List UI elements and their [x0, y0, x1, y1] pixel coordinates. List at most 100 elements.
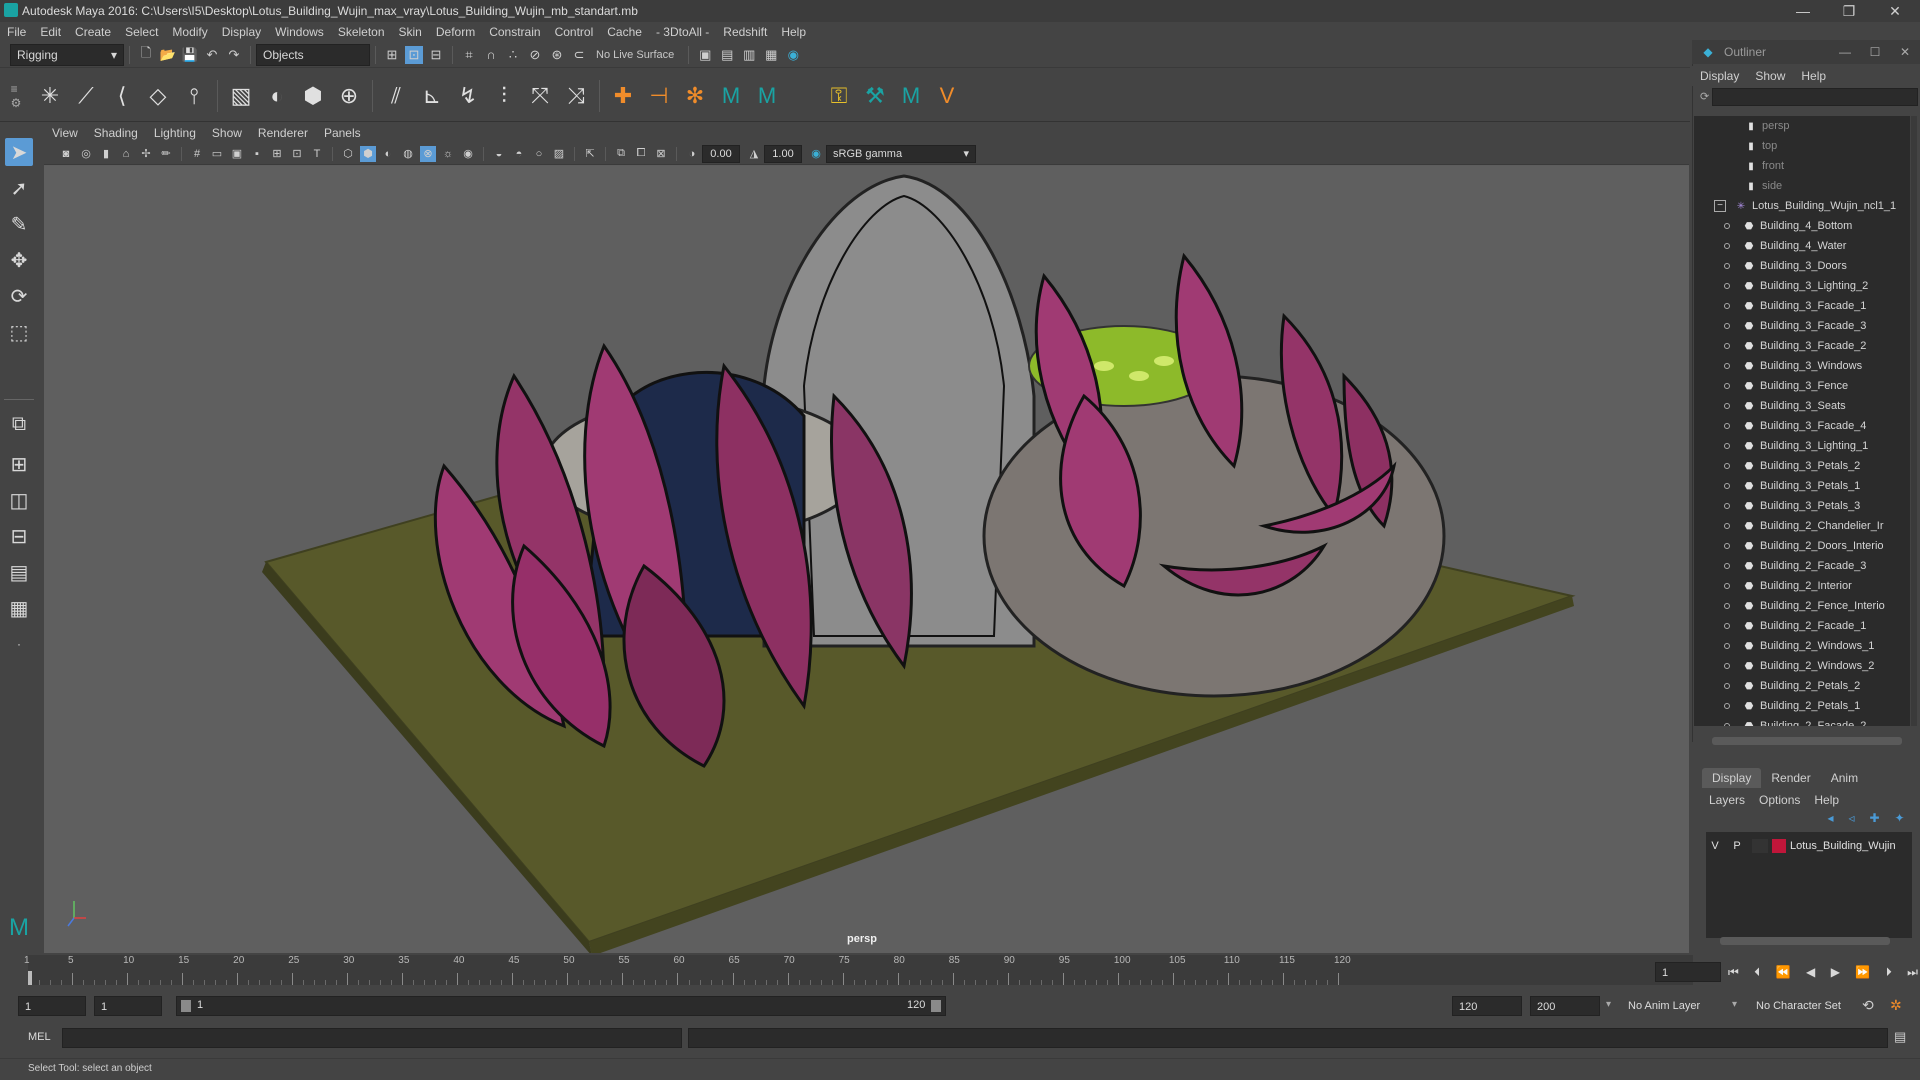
- mel-label[interactable]: MEL: [28, 1031, 51, 1043]
- outliner-minimize-button[interactable]: —: [1830, 45, 1860, 59]
- menu-3dtoall[interactable]: - 3DtoAll -: [649, 22, 716, 42]
- tree-item-mesh[interactable]: ⬣ Building_3_Seats: [1694, 396, 1910, 416]
- menu-set-dropdown[interactable]: Rigging ▾: [10, 43, 124, 66]
- ik-spline-icon[interactable]: ⟨: [107, 81, 137, 111]
- backface-icon[interactable]: ○: [531, 146, 547, 162]
- tab-render[interactable]: Render: [1761, 768, 1820, 788]
- play-back-icon[interactable]: ◀: [1806, 965, 1815, 979]
- motion-blur-icon[interactable]: ⧠: [633, 146, 649, 162]
- xray-icon[interactable]: ◒: [491, 146, 507, 162]
- layout-graph-icon[interactable]: ▤: [5, 558, 33, 586]
- ik-handle-icon[interactable]: ⟋: [71, 81, 101, 111]
- outliner-search-input[interactable]: [1712, 88, 1918, 106]
- maximize-button[interactable]: ❐: [1826, 0, 1872, 22]
- move-layer-down-icon[interactable]: ◃: [1848, 811, 1854, 825]
- layer-name[interactable]: Lotus_Building_Wujin: [1790, 840, 1896, 852]
- menu-skeleton[interactable]: Skeleton: [331, 22, 392, 42]
- tree-item-mesh[interactable]: ⬣ Building_2_Doors_Interio: [1694, 536, 1910, 556]
- outliner-close-button[interactable]: ✕: [1890, 45, 1920, 59]
- anti-alias-icon[interactable]: ⊠: [653, 146, 669, 162]
- current-frame-marker[interactable]: [28, 971, 32, 985]
- tree-item-mesh[interactable]: ⬣ Building_3_Lighting_1: [1694, 436, 1910, 456]
- preferences-icon[interactable]: ✲: [1890, 997, 1902, 1014]
- tree-item-mesh[interactable]: ⬣ Building_2_Fence_Interio: [1694, 596, 1910, 616]
- exposure-field[interactable]: 0.00: [702, 144, 740, 163]
- aim-constraint-icon[interactable]: ⊣: [644, 81, 674, 111]
- open-scene-icon[interactable]: 📂: [159, 46, 177, 64]
- collapse-icon[interactable]: ·: [5, 630, 33, 658]
- new-scene-icon[interactable]: 🗋: [137, 45, 155, 64]
- resolution-gate-icon[interactable]: ▣: [229, 146, 245, 162]
- tree-item-group[interactable]: − ✳ Lotus_Building_Wujin_ncl1_1: [1694, 196, 1910, 216]
- lasso-tool-icon[interactable]: ➚: [5, 174, 33, 202]
- snap-curve-icon[interactable]: ∩: [482, 46, 500, 64]
- wireframe-icon[interactable]: ⬡: [340, 146, 356, 162]
- use-lights-icon[interactable]: ⊗: [420, 145, 436, 162]
- render-settings-icon[interactable]: ▥: [740, 46, 758, 64]
- maya-m3-icon[interactable]: M: [896, 81, 926, 111]
- tree-item-mesh[interactable]: ⬣ Building_4_Bottom: [1694, 216, 1910, 236]
- playback-start-field[interactable]: 1: [94, 996, 162, 1016]
- menu-skin[interactable]: Skin: [392, 22, 429, 42]
- tree-item-camera[interactable]: ▮ front: [1694, 156, 1910, 176]
- camera-attr-icon[interactable]: ◎: [78, 146, 94, 162]
- layer-playback-toggle[interactable]: P: [1728, 840, 1746, 852]
- scale-tool-icon[interactable]: ⬚: [5, 318, 33, 346]
- tree-item-mesh[interactable]: ⬣ Building_2_Chandelier_Ir: [1694, 516, 1910, 536]
- go-to-start-icon[interactable]: ⏮: [1728, 965, 1739, 980]
- depth-of-field-icon[interactable]: ⧉: [613, 146, 629, 162]
- tree-item-mesh[interactable]: ⬣ Building_2_Interior: [1694, 576, 1910, 596]
- script-editor-icon[interactable]: ▤: [1894, 1029, 1906, 1045]
- tree-item-mesh[interactable]: ⬣ Building_3_Lighting_2: [1694, 276, 1910, 296]
- mirror-joint-icon[interactable]: ⫯: [179, 81, 209, 111]
- tree-item-mesh[interactable]: ⬣ Building_3_Fence: [1694, 376, 1910, 396]
- menu-file[interactable]: File: [0, 22, 33, 42]
- grid-icon[interactable]: #: [189, 146, 205, 162]
- layout-four-icon[interactable]: ⊞: [5, 450, 33, 478]
- menu-help[interactable]: Help: [774, 22, 813, 42]
- snap-view-plane-icon[interactable]: ⊘: [526, 46, 544, 64]
- tree-item-mesh[interactable]: ⬣ Building_2_Windows_1: [1694, 636, 1910, 656]
- selection-mask-dropdown[interactable]: Objects: [256, 43, 370, 66]
- cluster-icon[interactable]: ◐: [262, 81, 292, 111]
- range-end-handle[interactable]: [931, 1000, 941, 1012]
- layout-hypershade-icon[interactable]: ▦: [5, 594, 33, 622]
- step-back-icon[interactable]: ⏴: [1754, 965, 1760, 980]
- color-management-icon[interactable]: ◉: [808, 146, 824, 162]
- rotate-tool-icon[interactable]: ⟳: [5, 282, 33, 310]
- tree-item-mesh[interactable]: ⬣ Building_3_Facade_1: [1694, 296, 1910, 316]
- menu-control[interactable]: Control: [548, 22, 601, 42]
- chevron-down-icon[interactable]: ▾: [1606, 999, 1611, 1010]
- vp-menu-view[interactable]: View: [44, 123, 86, 143]
- camera-icon[interactable]: ◙: [58, 146, 74, 162]
- tree-item-mesh[interactable]: ⬣ Building_2_Facade_1: [1694, 616, 1910, 636]
- tree-item-mesh[interactable]: ⬣ Building_2_Petals_2: [1694, 676, 1910, 696]
- layer-visibility-toggle[interactable]: V: [1706, 840, 1724, 852]
- select-by-hierarchy-icon[interactable]: ⊞: [383, 46, 401, 64]
- outliner-menu-help[interactable]: Help: [1793, 66, 1834, 86]
- tree-item-mesh[interactable]: ⬣ Building_3_Petals_1: [1694, 476, 1910, 496]
- blend-shape-icon[interactable]: ⤨: [561, 81, 591, 111]
- wrap-icon[interactable]: ⬢: [298, 81, 328, 111]
- gamma-field[interactable]: 1.00: [764, 144, 802, 163]
- tab-anim[interactable]: Anim: [1821, 768, 1868, 788]
- image-plane-icon[interactable]: ⌂: [118, 146, 134, 162]
- wire-on-shaded-icon[interactable]: ◐: [380, 146, 396, 162]
- menu-cache[interactable]: Cache: [600, 22, 649, 42]
- refresh-icon[interactable]: ⟳: [1700, 90, 1709, 103]
- vp-menu-shading[interactable]: Shading: [86, 123, 146, 143]
- tree-item-mesh[interactable]: ⬣ Building_3_Doors: [1694, 256, 1910, 276]
- select-by-component-icon[interactable]: ⊟: [427, 46, 445, 64]
- tree-item-mesh[interactable]: ⬣ Building_3_Petals_3: [1694, 496, 1910, 516]
- lattice-icon[interactable]: ▧: [226, 81, 256, 111]
- key-set-icon[interactable]: ⚿: [824, 81, 854, 111]
- layer-color-swatch[interactable]: [1772, 839, 1786, 853]
- gate-mask-icon[interactable]: ▪: [249, 146, 265, 162]
- end-time-field[interactable]: 200: [1530, 996, 1600, 1016]
- live-surface-label[interactable]: No Live Surface: [596, 49, 674, 61]
- outliner-menu-display[interactable]: Display: [1692, 66, 1747, 86]
- render-globe-icon[interactable]: ◉: [784, 46, 802, 64]
- grease-pencil-icon[interactable]: ✏: [158, 146, 174, 162]
- film-gate-icon[interactable]: ▭: [209, 146, 225, 162]
- tree-item-mesh[interactable]: ⬣ Building_3_Petals_2: [1694, 456, 1910, 476]
